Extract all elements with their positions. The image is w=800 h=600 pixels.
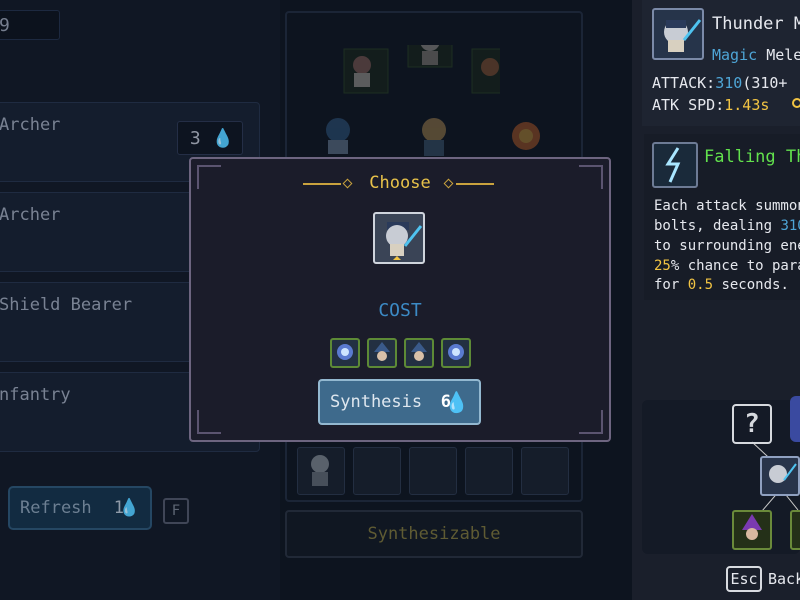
atk-spd-label: ATK SPD:: [652, 96, 725, 114]
unit-tags: Magic Mele: [712, 46, 800, 64]
dialog-title-text: Choose: [369, 173, 431, 193]
skill-name: Falling Thu: [704, 147, 800, 167]
tree-node-partial[interactable]: [790, 510, 800, 550]
attack-extra: (310+: [742, 74, 788, 92]
purple-wizard-icon: [742, 514, 762, 540]
gold-coin-icon: [792, 98, 800, 108]
mage-orb-icon: [337, 344, 353, 360]
tag-magic: Magic: [712, 46, 758, 64]
skill-desc-line2: bolts, dealing 310 N: [654, 218, 800, 234]
skill-chance-value: 25: [654, 258, 671, 274]
skill-damage-value: 310 N: [780, 218, 800, 234]
corner-ornament: [197, 410, 221, 434]
material-slot-3: [404, 338, 434, 368]
thunder-mage-icon: [664, 19, 702, 52]
thunder-mage-icon: [769, 463, 797, 483]
attack-value: 310: [715, 74, 743, 92]
skill-text: seconds.: [713, 277, 789, 293]
skill-text: bolts, dealing: [654, 218, 781, 234]
skill-text: for: [654, 277, 688, 293]
skill-duration-value: 0.5: [687, 277, 714, 293]
chosen-unit-slot[interactable]: [373, 212, 425, 264]
material-slot-2: [367, 338, 397, 368]
tree-node-partial[interactable]: [790, 396, 800, 442]
dialog-title: Choose: [0, 173, 800, 193]
skill-desc-line1: Each attack summon: [654, 198, 800, 214]
unit-portrait: [652, 8, 704, 60]
attack-label: ATTACK:: [652, 74, 716, 92]
synthesis-button[interactable]: Synthesis 6 💧: [318, 379, 481, 425]
title-ornament-line: [456, 183, 494, 185]
tree-node-wizard[interactable]: [732, 510, 772, 550]
material-slot-1: [330, 338, 360, 368]
corner-ornament: [579, 410, 603, 434]
essence-drop-icon: 💧: [444, 390, 469, 414]
cost-label: COST: [378, 300, 422, 321]
back-label[interactable]: Back: [768, 570, 800, 588]
skill-desc-line5: for 0.5 seconds.: [654, 277, 789, 293]
mage-orb-icon: [448, 344, 464, 360]
tag-melee: Mele: [766, 46, 800, 64]
material-slot-4: [441, 338, 471, 368]
tree-node-thunder-mage[interactable]: [760, 456, 800, 496]
atk-spd-value: 1.43s: [724, 96, 770, 114]
atk-spd-stat: ATK SPD:1.43s: [652, 96, 769, 114]
unknown-recipe-icon[interactable]: ?: [732, 404, 772, 444]
skill-desc-line4: 25% chance to paral: [654, 258, 800, 274]
wizard-icon: [411, 342, 427, 361]
esc-key[interactable]: Esc: [726, 566, 762, 592]
skill-desc-line3: to surrounding enem: [654, 238, 800, 254]
thunder-mage-icon: [386, 222, 423, 260]
unit-name: Thunder M: [712, 14, 800, 34]
attack-stat: ATTACK:310(310+: [652, 74, 787, 92]
wizard-icon: [374, 342, 390, 361]
synthesis-label: Synthesis: [330, 392, 423, 412]
skill-text: % chance to paral: [670, 258, 800, 274]
